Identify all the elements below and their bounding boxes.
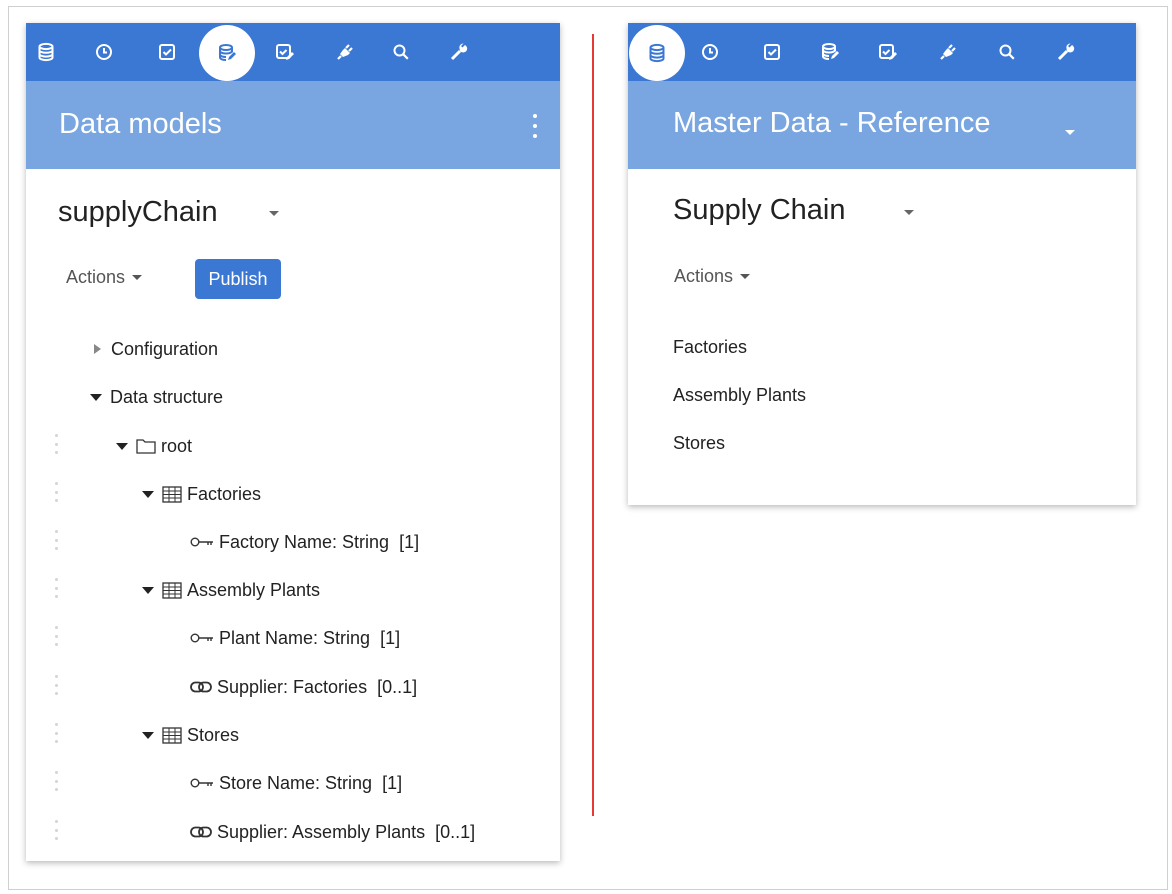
key-icon (190, 777, 214, 789)
database-icon[interactable] (629, 25, 685, 81)
plugin-icon[interactable] (933, 37, 963, 67)
drag-handle[interactable] (53, 482, 59, 502)
actions-menu[interactable]: Actions (66, 267, 143, 288)
cardinality-label: [1] (399, 531, 420, 552)
drag-handle[interactable] (53, 530, 59, 550)
view-select-caret-icon[interactable] (1065, 122, 1075, 140)
admin-wrench-icon[interactable] (444, 37, 474, 67)
panel-header: Data models (26, 81, 560, 169)
tree-node-label: Data structure (110, 386, 224, 407)
chevron-down-icon (132, 275, 143, 280)
tree-node-plant-name[interactable]: Plant Name: String [1] (190, 625, 400, 651)
drag-handle[interactable] (53, 771, 59, 791)
tasks-icon[interactable] (152, 37, 182, 67)
tree-node-label: Plant Name: String (219, 627, 371, 648)
list-item-factories[interactable]: Factories (673, 337, 747, 358)
tree-node-factories[interactable]: Factories (142, 481, 261, 507)
panel-header: Master Data - Reference (628, 81, 1136, 169)
list-item-stores[interactable]: Stores (673, 433, 725, 454)
model-select-caret-icon[interactable] (267, 208, 281, 218)
tree-node-label: Factory Name: String (219, 531, 390, 552)
cardinality-label: [0..1] (377, 676, 418, 697)
collapse-icon[interactable] (90, 393, 102, 401)
collapse-icon[interactable] (142, 490, 154, 498)
page-title: Data models (59, 108, 222, 140)
page-title: Master Data - Reference (673, 107, 991, 139)
database-icon[interactable] (31, 37, 61, 67)
publish-button[interactable]: Publish (195, 259, 281, 299)
tasks-icon[interactable] (757, 37, 787, 67)
tree-node-label: Configuration (111, 338, 219, 359)
collapse-icon[interactable] (142, 731, 154, 739)
drag-handle[interactable] (53, 578, 59, 598)
data-model-icon[interactable] (815, 37, 845, 67)
search-icon[interactable] (992, 37, 1022, 67)
drag-handle[interactable] (53, 723, 59, 743)
tree-node-label: Supplier: Factories (217, 676, 368, 697)
tree-node-label: Assembly Plants (187, 579, 321, 600)
model-name: Supply Chain (673, 194, 846, 226)
tree-node-supplier-assembly[interactable]: Supplier: Assembly Plants [0..1] (190, 819, 475, 845)
data-model-icon[interactable] (199, 25, 255, 81)
tree-node-configuration[interactable]: Configuration (94, 336, 218, 362)
actions-menu[interactable]: Actions (674, 266, 751, 287)
expand-icon[interactable] (94, 344, 101, 354)
tree-node-root[interactable]: root (116, 433, 192, 459)
tree-node-stores[interactable]: Stores (142, 722, 239, 748)
drag-handle[interactable] (53, 675, 59, 695)
list-item-assembly-plants[interactable]: Assembly Plants (673, 385, 806, 406)
tree-node-supplier-factories[interactable]: Supplier: Factories [0..1] (190, 674, 417, 700)
collapse-icon[interactable] (116, 442, 128, 450)
drag-handle[interactable] (53, 626, 59, 646)
actions-label: Actions (674, 266, 734, 286)
master-data-panel: Master Data - Reference Supply Chain Act… (628, 23, 1136, 505)
link-icon (190, 681, 212, 693)
tree-node-label: Stores (187, 724, 240, 745)
search-icon[interactable] (386, 37, 416, 67)
history-icon[interactable] (89, 37, 119, 67)
history-icon[interactable] (695, 37, 725, 67)
tree-node-label: root (161, 435, 193, 456)
table-icon (162, 726, 182, 744)
key-icon (190, 632, 214, 644)
cardinality-label: [1] (382, 772, 403, 793)
workflow-icon[interactable] (270, 37, 300, 67)
admin-wrench-icon[interactable] (1051, 37, 1081, 67)
more-options-icon[interactable] (530, 114, 540, 138)
tree-node-factory-name[interactable]: Factory Name: String [1] (190, 529, 419, 555)
top-toolbar (26, 23, 560, 81)
drag-handle[interactable] (53, 434, 59, 454)
link-icon (190, 826, 212, 838)
workflow-icon[interactable] (873, 37, 903, 67)
comparison-divider (592, 34, 594, 816)
data-models-panel: Data models supplyChain Actions Publish … (26, 23, 560, 861)
tree-node-assembly-plants[interactable]: Assembly Plants (142, 577, 320, 603)
table-icon (162, 581, 182, 599)
key-icon (190, 536, 214, 548)
top-toolbar (628, 23, 1136, 81)
tree-node-data-structure[interactable]: Data structure (90, 384, 223, 410)
tree-node-store-name[interactable]: Store Name: String [1] (190, 770, 402, 796)
tree-node-label: Store Name: String (219, 772, 373, 793)
cardinality-label: [1] (380, 627, 401, 648)
model-name: supplyChain (58, 196, 218, 228)
folder-icon (136, 438, 156, 454)
chevron-down-icon (740, 274, 751, 279)
cardinality-label: [0..1] (435, 821, 476, 842)
plugin-icon[interactable] (330, 37, 360, 67)
drag-handle[interactable] (53, 820, 59, 840)
tree-node-label: Supplier: Assembly Plants (217, 821, 426, 842)
model-select-caret-icon[interactable] (902, 207, 916, 217)
collapse-icon[interactable] (142, 586, 154, 594)
table-icon (162, 485, 182, 503)
tree-node-label: Factories (187, 483, 262, 504)
actions-label: Actions (66, 267, 126, 287)
